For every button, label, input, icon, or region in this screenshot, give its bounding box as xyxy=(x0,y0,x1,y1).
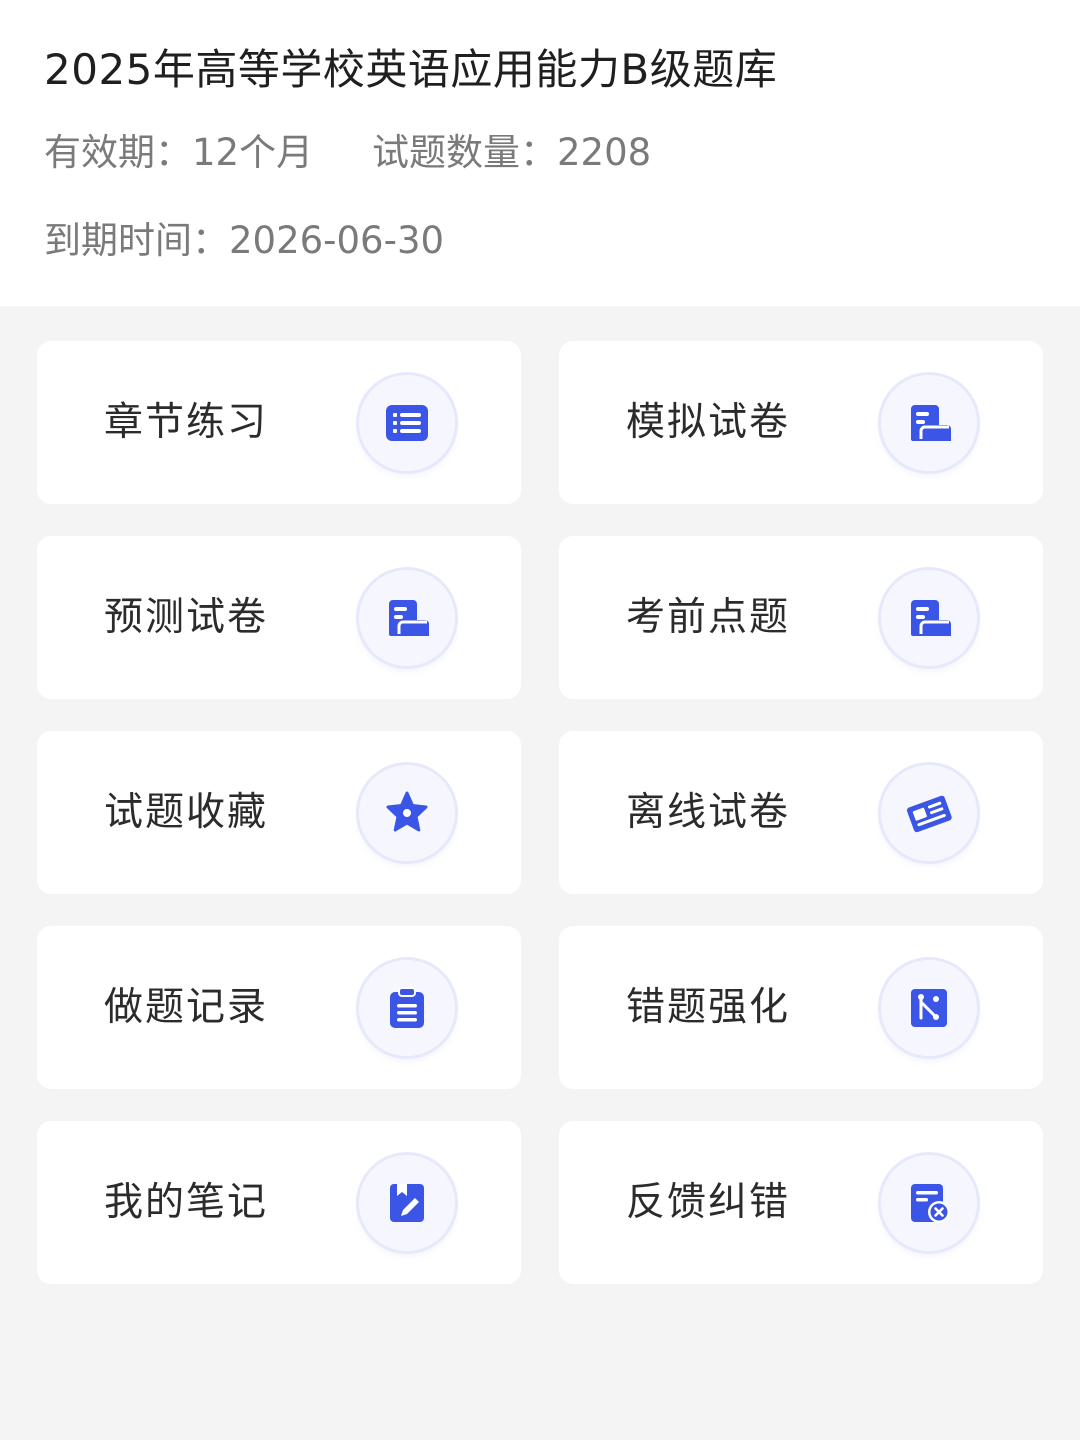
predicted-exam-button[interactable]: 预测试卷 xyxy=(37,536,521,699)
branch-icon xyxy=(881,960,977,1056)
chapter-practice-button[interactable]: 章节练习 xyxy=(37,341,521,504)
feature-grid: 章节练习 模拟试卷 预测试卷 考前点题 试题收藏 离线试卷 做题记录 错题强化 … xyxy=(37,341,1043,1284)
document-icon xyxy=(881,570,977,666)
my-notes-button[interactable]: 我的笔记 xyxy=(37,1121,521,1284)
list-icon xyxy=(359,375,455,471)
expiry-date: 到期时间：2026-06-30 xyxy=(44,219,445,262)
practice-history-button[interactable]: 做题记录 xyxy=(37,926,521,1089)
feedback-button[interactable]: 反馈纠错 xyxy=(559,1121,1043,1284)
card-label: 我的笔记 xyxy=(104,1180,269,1225)
card-label: 错题强化 xyxy=(626,985,791,1030)
page-title: 2025年高等学校英语应用能力B级题库 xyxy=(44,45,778,94)
question-count: 试题数量：2208 xyxy=(372,131,652,174)
clipboard-icon xyxy=(359,960,455,1056)
card-label: 反馈纠错 xyxy=(626,1180,791,1225)
mock-exam-button[interactable]: 模拟试卷 xyxy=(559,341,1043,504)
card-label: 模拟试卷 xyxy=(626,400,791,445)
exam-header: 2025年高等学校英语应用能力B级题库 有效期：12个月 试题数量：2208 到… xyxy=(0,0,1080,306)
newspaper-icon xyxy=(881,765,977,861)
favorites-button[interactable]: 试题收藏 xyxy=(37,731,521,894)
star-icon xyxy=(359,765,455,861)
card-label: 预测试卷 xyxy=(104,595,269,640)
card-label: 做题记录 xyxy=(104,985,269,1030)
card-label: 试题收藏 xyxy=(104,790,269,835)
mistake-review-button[interactable]: 错题强化 xyxy=(559,926,1043,1089)
document-icon xyxy=(881,375,977,471)
card-label: 离线试卷 xyxy=(626,790,791,835)
feedback-icon xyxy=(881,1155,977,1251)
card-label: 章节练习 xyxy=(104,400,269,445)
offline-exam-button[interactable]: 离线试卷 xyxy=(559,731,1043,894)
document-icon xyxy=(359,570,455,666)
notebook-pen-icon xyxy=(359,1155,455,1251)
card-label: 考前点题 xyxy=(626,595,791,640)
pre-exam-tips-button[interactable]: 考前点题 xyxy=(559,536,1043,699)
validity-period: 有效期：12个月 xyxy=(44,131,314,174)
